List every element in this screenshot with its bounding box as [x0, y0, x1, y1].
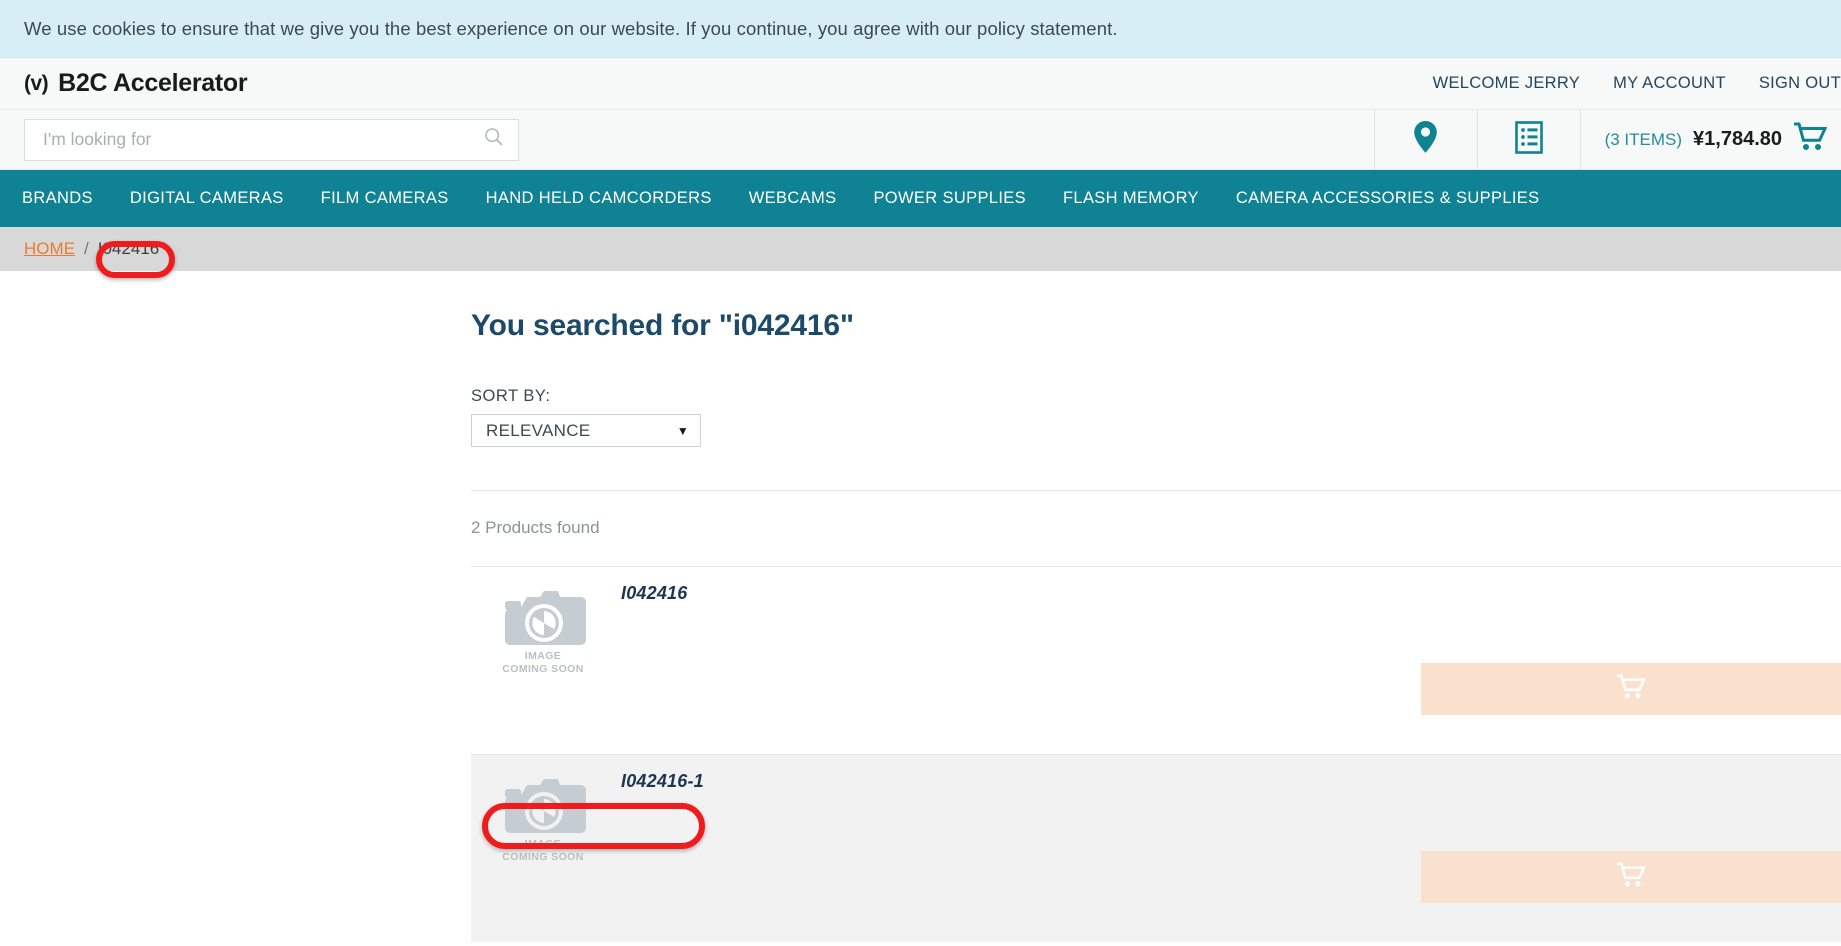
shopping-cart-icon	[1616, 861, 1647, 893]
sort-by-label: SORT BY:	[471, 387, 551, 405]
shopping-cart-icon	[1793, 122, 1828, 157]
table-row[interactable]: IMAGE COMING SOON I042416-1	[471, 754, 1841, 942]
product-thumbnail[interactable]: IMAGE COMING SOON	[483, 585, 603, 676]
search-toolbar: (3 ITEMS) ¥1,784.80	[0, 110, 1841, 170]
breadcrumb-current: I042416	[97, 239, 160, 258]
product-title[interactable]: I042416-1	[621, 771, 1381, 792]
mini-cart-button[interactable]: (3 ITEMS) ¥1,784.80	[1579, 110, 1841, 169]
utility-header-bar: (v) B2C Accelerator WELCOME JERRY MY ACC…	[0, 58, 1841, 110]
breadcrumb-home-link[interactable]: HOME	[24, 239, 75, 259]
search-results-page: You searched for "i042416" SORT BY: RELE…	[0, 271, 1841, 942]
shopping-cart-icon	[1616, 673, 1647, 705]
nav-item-film-cameras[interactable]: FILM CAMERAS	[321, 189, 467, 208]
product-thumbnail[interactable]: IMAGE COMING SOON	[483, 773, 603, 864]
store-locator-button[interactable]	[1373, 110, 1477, 169]
search-container	[0, 110, 1374, 169]
nav-item-digital-cameras[interactable]: DIGITAL CAMERAS	[130, 189, 302, 208]
order-list-button[interactable]	[1476, 110, 1580, 169]
search-icon[interactable]	[484, 127, 504, 152]
nav-item-camera-accessories[interactable]: CAMERA ACCESSORIES & SUPPLIES	[1236, 189, 1558, 208]
search-box[interactable]	[24, 118, 519, 161]
breadcrumb: HOME / I042416	[0, 227, 1841, 271]
image-placeholder-text: IMAGE COMING SOON	[502, 650, 584, 676]
welcome-user-link[interactable]: WELCOME JERRY	[1433, 74, 1581, 93]
results-count: 2 Products found	[471, 518, 600, 537]
table-row[interactable]: IMAGE COMING SOON I042416	[471, 566, 1841, 754]
logo-mark-icon: (v)	[24, 71, 49, 95]
add-to-cart-button[interactable]	[1421, 663, 1841, 715]
chevron-down-icon: ▼	[676, 423, 689, 438]
search-input[interactable]	[41, 128, 484, 151]
product-actions	[1381, 567, 1841, 715]
cookie-consent-banner: We use cookies to ensure that we give yo…	[0, 0, 1841, 58]
add-to-cart-button[interactable]	[1421, 851, 1841, 903]
nav-item-webcams[interactable]: WEBCAMS	[749, 189, 855, 208]
breadcrumb-separator: /	[84, 239, 89, 258]
site-title: B2C Accelerator	[58, 69, 248, 97]
nav-item-flash-memory[interactable]: FLASH MEMORY	[1063, 189, 1217, 208]
cart-item-count: (3 ITEMS)	[1604, 129, 1683, 149]
page-title: You searched for "i042416"	[471, 309, 854, 342]
cart-total-price: ¥1,784.80	[1693, 128, 1782, 150]
image-placeholder-text: IMAGE COMING SOON	[502, 838, 584, 864]
nav-item-hand-held-camcorders[interactable]: HAND HELD CAMCORDERS	[486, 189, 730, 208]
nav-item-power-supplies[interactable]: POWER SUPPLIES	[873, 189, 1044, 208]
main-navigation: BRANDS DIGITAL CAMERAS FILM CAMERAS HAND…	[0, 170, 1841, 227]
order-list-icon	[1514, 120, 1543, 159]
account-links: WELCOME JERRY MY ACCOUNT SIGN OUT	[1433, 74, 1841, 93]
sort-by-value: RELEVANCE	[486, 420, 591, 440]
site-logo[interactable]: (v) B2C Accelerator	[24, 69, 248, 98]
cookie-message: We use cookies to ensure that we give yo…	[24, 17, 1118, 39]
nav-item-brands[interactable]: BRANDS	[22, 189, 111, 208]
product-actions	[1381, 755, 1841, 903]
product-info: I042416-1	[603, 755, 1381, 792]
product-title[interactable]: I042416	[621, 583, 1381, 604]
sign-out-link[interactable]: SIGN OUT	[1759, 74, 1841, 93]
my-account-link[interactable]: MY ACCOUNT	[1613, 74, 1726, 93]
sort-by-select[interactable]: RELEVANCE ▼	[471, 414, 701, 447]
product-info: I042416	[603, 567, 1381, 604]
location-pin-icon	[1412, 120, 1439, 159]
